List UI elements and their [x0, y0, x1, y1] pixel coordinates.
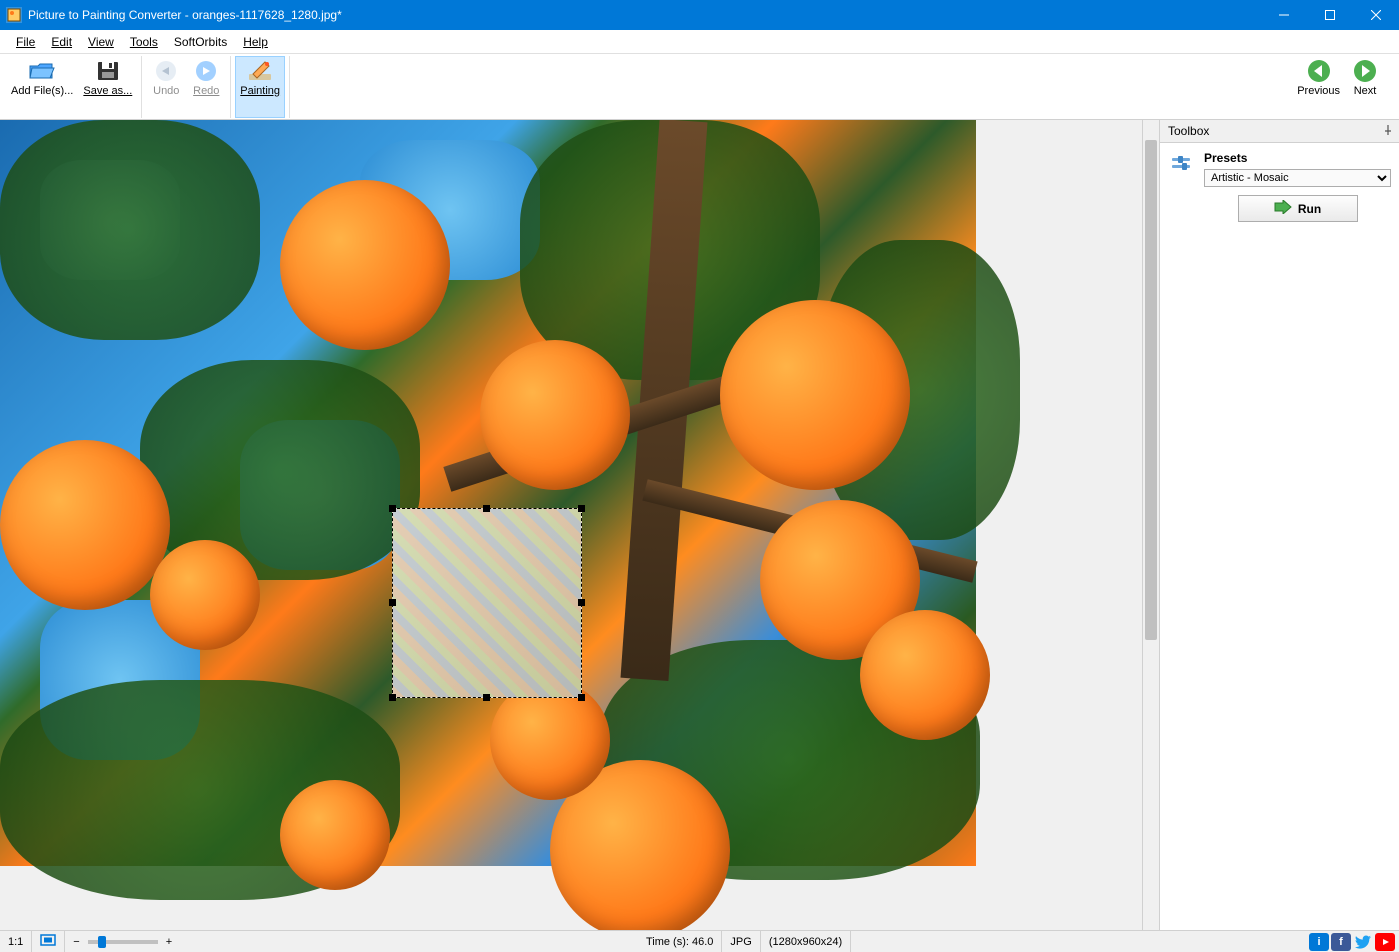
previous-arrow-icon: [1305, 59, 1333, 83]
status-format: JPG: [722, 931, 760, 952]
menu-file[interactable]: File: [8, 32, 43, 52]
menubar: File Edit View Tools SoftOrbits Help: [0, 30, 1399, 54]
zoom-in-button[interactable]: +: [166, 936, 172, 948]
main-area: Toolbox Presets Artistic - Mosaic Run: [0, 120, 1399, 930]
resize-handle-ne[interactable]: [578, 505, 585, 512]
resize-handle-nw[interactable]: [389, 505, 396, 512]
selection-marquee[interactable]: [392, 508, 582, 698]
redo-button[interactable]: Redo: [186, 56, 226, 118]
floppy-disk-icon: [94, 59, 122, 83]
minimize-button[interactable]: [1261, 0, 1307, 30]
maximize-button[interactable]: [1307, 0, 1353, 30]
zoom-controls: − +: [65, 931, 180, 952]
zoom-slider-knob[interactable]: [98, 936, 106, 948]
fit-screen-button[interactable]: [32, 931, 65, 952]
previous-button[interactable]: Previous: [1292, 56, 1345, 118]
status-time: Time (s): 46.0: [638, 931, 722, 952]
zoom-out-button[interactable]: −: [73, 936, 79, 948]
facebook-icon[interactable]: f: [1331, 933, 1351, 951]
pin-icon[interactable]: [1383, 124, 1393, 138]
resize-handle-sw[interactable]: [389, 694, 396, 701]
resize-handle-se[interactable]: [578, 694, 585, 701]
redo-arrow-icon: [192, 59, 220, 83]
run-arrow-icon: [1274, 200, 1292, 217]
zoom-slider[interactable]: [88, 940, 158, 944]
resize-handle-n[interactable]: [483, 505, 490, 512]
toolbar: Add File(s)... Save as... Undo Redo Pain…: [0, 54, 1399, 120]
painting-button[interactable]: Painting: [235, 56, 285, 118]
titlebar: Picture to Painting Converter - oranges-…: [0, 0, 1399, 30]
close-button[interactable]: [1353, 0, 1399, 30]
next-button[interactable]: Next: [1345, 56, 1385, 118]
youtube-icon[interactable]: [1375, 933, 1395, 951]
menu-edit[interactable]: Edit: [43, 32, 80, 52]
social-links: i f: [1309, 933, 1399, 951]
resize-handle-s[interactable]: [483, 694, 490, 701]
scrollbar-thumb[interactable]: [1145, 140, 1157, 640]
info-icon[interactable]: i: [1309, 933, 1329, 951]
paintbrush-icon: [246, 59, 274, 83]
toolbox-panel: Toolbox Presets Artistic - Mosaic Run: [1159, 120, 1399, 930]
image-preview[interactable]: [0, 120, 976, 866]
zoom-ratio[interactable]: 1:1: [0, 931, 32, 952]
folder-open-icon: [28, 59, 56, 83]
canvas-area[interactable]: [0, 120, 1159, 930]
window-controls: [1261, 0, 1399, 30]
resize-handle-e[interactable]: [578, 599, 585, 606]
fit-screen-icon: [40, 934, 56, 949]
menu-tools[interactable]: Tools: [122, 32, 166, 52]
window-title: Picture to Painting Converter - oranges-…: [28, 8, 1261, 22]
next-arrow-icon: [1351, 59, 1379, 83]
resize-handle-w[interactable]: [389, 599, 396, 606]
menu-softorbits[interactable]: SoftOrbits: [166, 32, 235, 52]
vertical-scrollbar[interactable]: [1142, 120, 1159, 930]
undo-arrow-icon: [152, 59, 180, 83]
statusbar: 1:1 − + Time (s): 46.0 JPG (1280x960x24)…: [0, 930, 1399, 952]
status-dimensions: (1280x960x24): [761, 931, 851, 952]
presets-label: Presets: [1204, 151, 1391, 165]
app-icon: [6, 7, 22, 23]
toolbox-header: Toolbox: [1160, 120, 1399, 143]
menu-help[interactable]: Help: [235, 32, 276, 52]
menu-view[interactable]: View: [80, 32, 122, 52]
twitter-icon[interactable]: [1353, 933, 1373, 951]
add-files-button[interactable]: Add File(s)...: [6, 56, 78, 118]
sliders-icon[interactable]: [1170, 155, 1194, 178]
run-button[interactable]: Run: [1238, 195, 1358, 222]
undo-button[interactable]: Undo: [146, 56, 186, 118]
save-as-button[interactable]: Save as...: [78, 56, 137, 118]
preset-select[interactable]: Artistic - Mosaic: [1204, 169, 1391, 187]
